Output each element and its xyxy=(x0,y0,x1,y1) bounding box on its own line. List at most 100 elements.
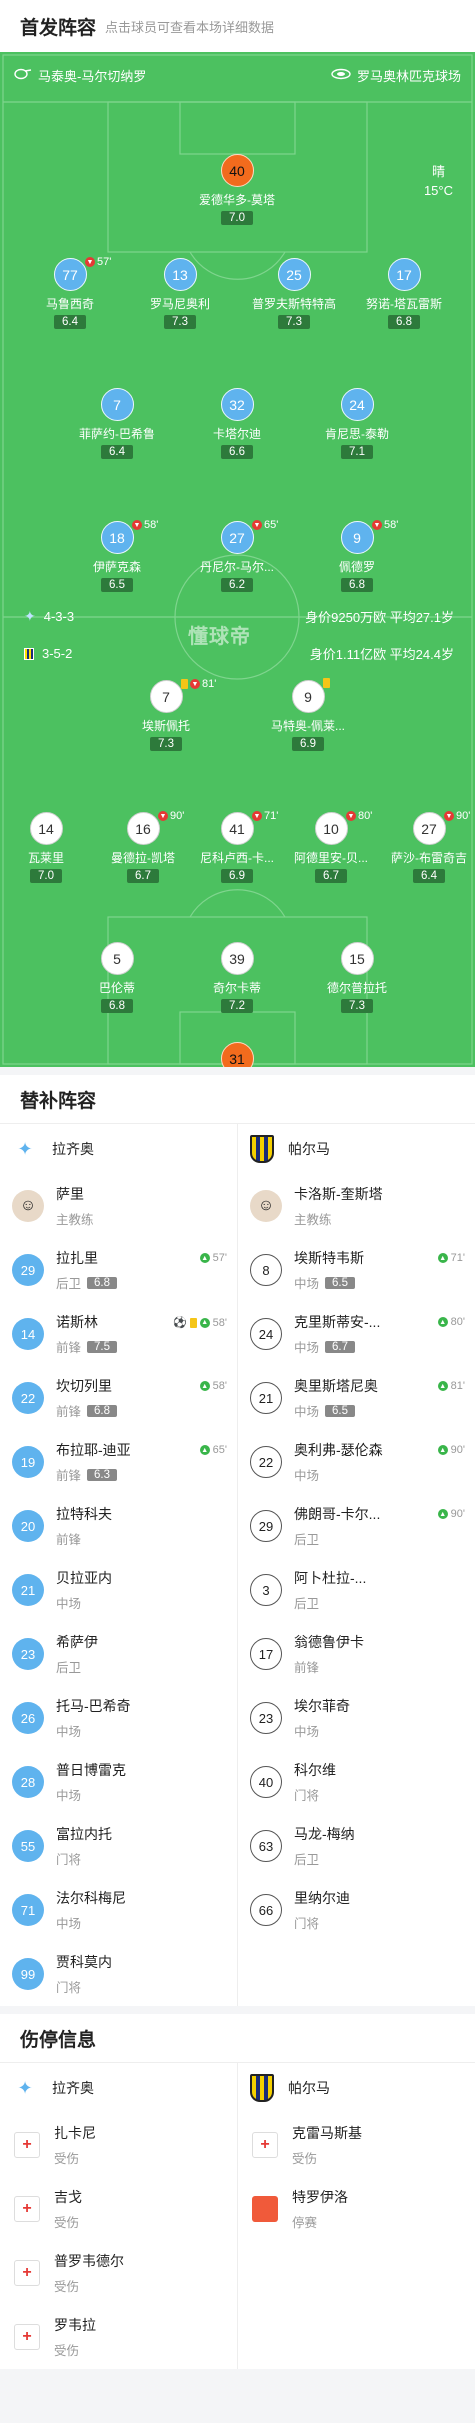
player-name: 埃斯特韦斯 xyxy=(294,1250,364,1266)
player-position: 后卫 xyxy=(56,1661,82,1675)
away-injury-item[interactable]: 特罗伊洛 停赛 xyxy=(238,2177,475,2241)
home-sub-player[interactable]: 99 贾科莫内 门将 xyxy=(0,1942,237,2006)
home-player[interactable]: 32 卡塔尔迪 6.6 xyxy=(182,388,292,460)
medical-kit-icon: + xyxy=(14,2324,40,2350)
player-name: 佛朗哥-卡尔... xyxy=(294,1506,381,1522)
sub-on-marker: ▲ 71' xyxy=(437,1252,465,1264)
home-player[interactable]: 77 ▼ 57' 马鲁西奇 6.4 xyxy=(15,256,125,330)
away-player[interactable]: 7 ▼ 81' 埃斯佩托 7.3 xyxy=(111,678,221,752)
away-team-row[interactable]: 帕尔马 xyxy=(238,1124,475,1174)
away-injury-item[interactable]: + 克雷马斯基 受伤 xyxy=(238,2113,475,2177)
parma-shield-icon xyxy=(24,647,34,660)
jersey-number: 7 xyxy=(100,388,134,421)
home-injury-item[interactable]: + 普罗韦德尔 受伤 xyxy=(0,2241,237,2305)
home-injury-item[interactable]: + 扎卡尼 受伤 xyxy=(0,2113,237,2177)
away-player[interactable]: 39 奇尔卡蒂 7.2 xyxy=(182,942,292,1014)
sub-off-icon: ▼ xyxy=(372,520,382,530)
home-sub-player[interactable]: 19 布拉耶-迪亚 前锋 6.3 ▲ 65' xyxy=(0,1430,237,1494)
away-player[interactable]: 27 ▼ 90' 萨沙-布雷奇吉 6.4 xyxy=(374,810,475,884)
sub-on-icon: ▲ xyxy=(437,1317,448,1327)
away-coach-role: 主教练 xyxy=(294,1213,332,1227)
sub-on-minute: 81' xyxy=(450,1380,465,1392)
player-name: 埃尔菲奇 xyxy=(294,1698,350,1714)
player-rating: 6.8 xyxy=(341,578,373,592)
home-sub-player[interactable]: 23 希萨伊 后卫 xyxy=(0,1622,237,1686)
away-coach-row[interactable]: ☺ 卡洛斯-奎斯塔 主教练 xyxy=(238,1174,475,1238)
injury-status: 受伤 xyxy=(54,2280,80,2294)
player-rating: 6.8 xyxy=(87,1404,118,1417)
away-player[interactable]: 15 德尔普拉托 7.3 xyxy=(302,942,412,1014)
home-sub-player[interactable]: 26 托马-巴希奇 中场 xyxy=(0,1686,237,1750)
away-sub-player[interactable]: 63 马龙-梅纳 后卫 xyxy=(238,1814,475,1878)
sub-on-icon: ▲ xyxy=(437,1253,448,1263)
away-team-name: 帕尔马 xyxy=(288,1141,330,1157)
jersey-number: 10 xyxy=(314,812,348,845)
home-player[interactable]: 18 ▼ 58' 伊萨克森 6.5 xyxy=(62,519,172,593)
player-position: 中场 xyxy=(294,1469,320,1483)
player-position: 门将 xyxy=(294,1917,320,1931)
player-name: 扎卡尼 xyxy=(54,2125,96,2141)
home-player[interactable]: 40 爱德华多-莫塔 7.0 xyxy=(182,154,292,226)
sub-off-minute: 58' xyxy=(144,519,159,531)
away-sub-player[interactable]: 17 翁德鲁伊卡 前锋 xyxy=(238,1622,475,1686)
player-position: 后卫 xyxy=(294,1853,320,1867)
jersey-number: 14 xyxy=(29,812,63,845)
jersey-number: 66 xyxy=(250,1894,282,1926)
home-sub-player[interactable]: 71 法尔科梅尼 中场 xyxy=(0,1878,237,1942)
home-injury-item[interactable]: + 罗韦拉 受伤 xyxy=(0,2305,237,2369)
home-team-row[interactable]: ✦ 拉齐奥 xyxy=(0,1124,237,1174)
home-sub-player[interactable]: 21 贝拉亚内 中场 xyxy=(0,1558,237,1622)
home-player[interactable]: 27 ▼ 65' 丹尼尔-马尔... 6.2 xyxy=(182,519,292,593)
away-player[interactable]: 9 马特奥-佩莱... 6.9 xyxy=(253,678,363,752)
away-player[interactable]: 10 ▼ 80' 阿德里安-贝... 6.7 xyxy=(276,810,386,884)
sub-off-minute: 58' xyxy=(384,519,399,531)
jersey-number: 25 xyxy=(277,258,311,291)
away-sub-player[interactable]: 40 科尔维 门将 xyxy=(238,1750,475,1814)
away-sub-player[interactable]: 66 里纳尔迪 门将 xyxy=(238,1878,475,1942)
player-rating: 7.5 xyxy=(87,1340,118,1353)
home-sub-player[interactable]: 14 诺斯林 前锋 7.5 ⚽ ▲ 58' xyxy=(0,1302,237,1366)
jersey-number: 13 xyxy=(163,258,197,291)
away-player[interactable]: 14 瓦莱里 7.0 xyxy=(0,812,101,884)
player-position: 门将 xyxy=(56,1981,82,1995)
home-sub-player[interactable]: 20 拉特科夫 前锋 xyxy=(0,1494,237,1558)
home-player[interactable]: 7 菲萨约-巴希鲁 6.4 xyxy=(62,388,172,460)
home-sub-player[interactable]: 22 坎切列里 前锋 6.8 ▲ 58' xyxy=(0,1366,237,1430)
injury-status: 受伤 xyxy=(54,2152,80,2166)
home-sub-player[interactable]: 55 富拉内托 门将 xyxy=(0,1814,237,1878)
jersey-number: 21 xyxy=(12,1574,44,1606)
jersey-number: 21 xyxy=(250,1382,282,1414)
jersey-number: 7 xyxy=(149,680,183,713)
player-rating: 7.3 xyxy=(150,737,182,751)
away-sub-player[interactable]: 29 佛朗哥-卡尔... 后卫 ▲ 90' xyxy=(238,1494,475,1558)
home-player[interactable]: 24 肯尼思-泰勒 7.1 xyxy=(302,388,412,460)
player-position: 中场 xyxy=(294,1725,320,1739)
away-sub-player[interactable]: 21 奥里斯塔尼奥 中场 6.5 ▲ 81' xyxy=(238,1366,475,1430)
home-player[interactable]: 17 努诺-塔瓦雷斯 6.8 xyxy=(349,258,459,330)
away-formation: 3-5-2 xyxy=(42,646,73,661)
player-position: 中场 xyxy=(294,1341,320,1355)
away-injury-team-name: 帕尔马 xyxy=(288,2080,330,2096)
away-sub-player[interactable]: 24 克里斯蒂安-... 中场 6.7 ▲ 80' xyxy=(238,1302,475,1366)
home-sub-player[interactable]: 28 普日博雷克 中场 xyxy=(0,1750,237,1814)
home-player[interactable]: 25 普罗夫斯特特高 7.3 xyxy=(239,258,349,330)
player-rating: 7.3 xyxy=(164,315,196,329)
home-player[interactable]: 9 ▼ 58' 佩德罗 6.8 xyxy=(302,519,412,593)
jersey-number: 32 xyxy=(220,388,254,421)
parma-logo-icon xyxy=(250,1135,274,1163)
away-sub-player[interactable]: 22 奥利弗-瑟伦森 中场 ▲ 90' xyxy=(238,1430,475,1494)
home-injury-item[interactable]: + 吉戈 受伤 xyxy=(0,2177,237,2241)
lineup-header: 首发阵容 点击球员可查看本场详细数据 xyxy=(0,0,475,52)
home-sub-player[interactable]: 29 拉扎里 后卫 6.8 ▲ 57' xyxy=(0,1238,237,1302)
home-player[interactable]: 13 罗马尼奥利 7.3 xyxy=(125,258,235,330)
away-sub-player[interactable]: 8 埃斯特韦斯 中场 6.5 ▲ 71' xyxy=(238,1238,475,1302)
away-sub-player[interactable]: 3 阿卜杜拉-... 后卫 xyxy=(238,1558,475,1622)
away-player[interactable]: 31铃木彩艳6.8 xyxy=(182,1042,292,1067)
home-injury-column: ✦ 拉齐奥 + 扎卡尼 受伤 + 吉戈 受伤 + 普罗韦德尔 受伤 + 罗韦拉 受伤 xyxy=(0,2063,237,2369)
home-coach-row[interactable]: ☺ 萨里 主教练 xyxy=(0,1174,237,1238)
away-player[interactable]: 5 巴伦蒂 6.8 xyxy=(62,942,172,1014)
home-squad-value: 身价9250万欧 平均27.1岁 xyxy=(305,610,454,625)
sub-on-minute: 58' xyxy=(212,1380,227,1392)
away-sub-player[interactable]: 23 埃尔菲奇 中场 xyxy=(238,1686,475,1750)
sub-off-marker: ▼ 57' xyxy=(85,256,111,268)
